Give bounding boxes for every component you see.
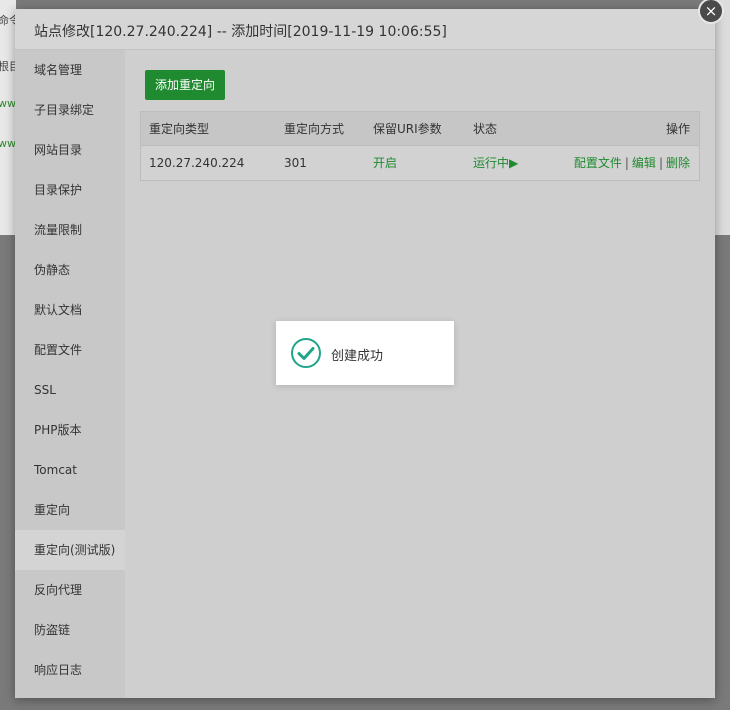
delete-link[interactable]: 删除 bbox=[666, 156, 690, 170]
sidebar-item-redirect[interactable]: 重定向 bbox=[15, 490, 125, 530]
sidebar: 域名管理 子目录绑定 网站目录 目录保护 流量限制 伪静态 默认文档 配置文件 … bbox=[15, 50, 125, 698]
sidebar-item-redirect-beta[interactable]: 重定向(测试版) bbox=[15, 530, 125, 570]
background-cell: 根目 bbox=[0, 60, 16, 73]
sidebar-item-rewrite[interactable]: 伪静态 bbox=[15, 250, 125, 290]
add-redirect-button[interactable]: 添加重定向 bbox=[145, 70, 226, 100]
table-row: 120.27.240.224 301 开启 运行中▶ 配置文件 | 编辑 | 删除 bbox=[141, 146, 699, 180]
sidebar-item-ssl[interactable]: SSL bbox=[15, 370, 125, 410]
header-redirect-type: 重定向类型 bbox=[149, 122, 210, 136]
redirect-table: 重定向类型 重定向方式 保留URI参数 状态 操作 120.27.240.224… bbox=[140, 111, 700, 181]
check-circle-icon bbox=[291, 338, 321, 368]
sidebar-item-site-dir[interactable]: 网站目录 bbox=[15, 130, 125, 170]
background-cell: www bbox=[0, 137, 16, 150]
modal-title: 站点修改[120.27.240.224] -- 添加时间[2019-11-19 … bbox=[15, 9, 715, 50]
cell-keep-uri[interactable]: 开启 bbox=[373, 146, 397, 180]
cell-operations: 配置文件 | 编辑 | 删除 bbox=[574, 146, 690, 180]
header-operations: 操作 bbox=[665, 122, 690, 136]
sidebar-item-dir-protect[interactable]: 目录保护 bbox=[15, 170, 125, 210]
sidebar-item-reverse-proxy[interactable]: 反向代理 bbox=[15, 570, 125, 610]
edit-link[interactable]: 编辑 bbox=[632, 156, 656, 170]
background-right-strip bbox=[715, 0, 730, 235]
sidebar-item-response-log[interactable]: 响应日志 bbox=[15, 650, 125, 690]
background-cell: 命令 bbox=[0, 14, 16, 27]
toast-message: 创建成功 bbox=[331, 349, 384, 364]
sidebar-item-domain[interactable]: 域名管理 bbox=[15, 50, 125, 90]
cell-redirect-method: 301 bbox=[284, 156, 307, 170]
sidebar-item-default-doc[interactable]: 默认文档 bbox=[15, 290, 125, 330]
sidebar-item-config-file[interactable]: 配置文件 bbox=[15, 330, 125, 370]
header-keep-uri: 保留URI参数 bbox=[373, 122, 442, 136]
table-header: 重定向类型 重定向方式 保留URI参数 状态 操作 bbox=[141, 112, 699, 146]
cell-status[interactable]: 运行中▶ bbox=[473, 146, 518, 180]
op-separator: | bbox=[624, 156, 629, 170]
background-left-strip: 命令 根目 www www bbox=[0, 0, 16, 235]
success-toast: 创建成功 bbox=[276, 321, 454, 385]
sidebar-item-tomcat[interactable]: Tomcat bbox=[15, 450, 125, 490]
op-separator: | bbox=[658, 156, 663, 170]
config-file-link[interactable]: 配置文件 bbox=[574, 156, 622, 170]
sidebar-item-subdir-binding[interactable]: 子目录绑定 bbox=[15, 90, 125, 130]
header-status: 状态 bbox=[473, 122, 498, 136]
sidebar-item-php-version[interactable]: PHP版本 bbox=[15, 410, 125, 450]
sidebar-item-hotlink-protect[interactable]: 防盗链 bbox=[15, 610, 125, 650]
header-redirect-method: 重定向方式 bbox=[284, 122, 345, 136]
cell-redirect-type: 120.27.240.224 bbox=[149, 156, 245, 170]
sidebar-item-traffic-limit[interactable]: 流量限制 bbox=[15, 210, 125, 250]
background-cell: www bbox=[0, 97, 16, 110]
